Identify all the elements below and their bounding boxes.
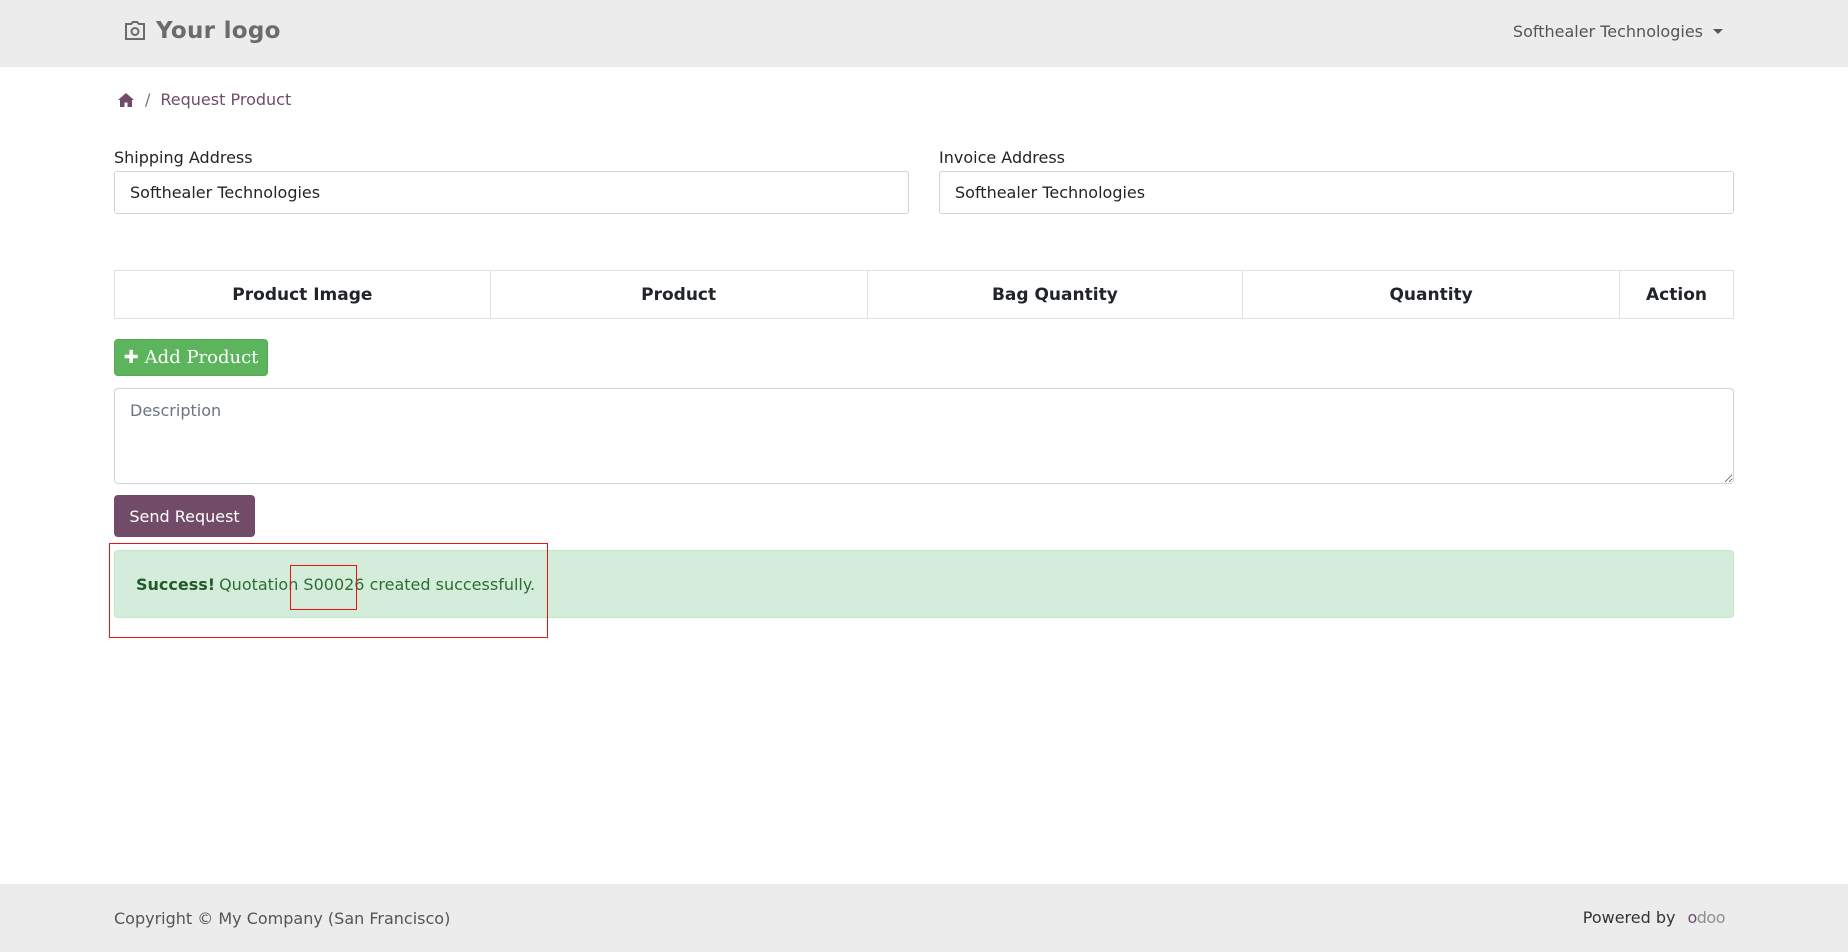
invoice-address-input[interactable] bbox=[939, 171, 1734, 214]
send-request-button[interactable]: Send Request bbox=[114, 495, 255, 537]
odoo-logo-part1: o bbox=[1687, 908, 1697, 927]
breadcrumb-current[interactable]: Request Product bbox=[160, 90, 291, 109]
col-header-product-image: Product Image bbox=[114, 270, 491, 319]
home-icon[interactable] bbox=[118, 92, 134, 107]
description-textarea[interactable] bbox=[114, 388, 1734, 484]
product-table: Product Image Product Bag Quantity Quant… bbox=[114, 270, 1734, 319]
table-header-row: Product Image Product Bag Quantity Quant… bbox=[114, 270, 1734, 319]
footer: Copyright © My Company (San Francisco) P… bbox=[0, 884, 1848, 952]
col-header-bag-quantity: Bag Quantity bbox=[866, 270, 1244, 319]
company-menu-dropdown[interactable]: Softhealer Technologies bbox=[1513, 22, 1723, 41]
copyright-text: Copyright © My Company (San Francisco) bbox=[114, 909, 451, 928]
breadcrumb: / Request Product bbox=[118, 90, 291, 109]
breadcrumb-separator: / bbox=[145, 90, 151, 109]
add-product-label: Add Product bbox=[144, 347, 259, 368]
shipping-address-label: Shipping Address bbox=[114, 148, 253, 167]
invoice-address-label: Invoice Address bbox=[939, 148, 1066, 167]
col-header-action: Action bbox=[1619, 270, 1734, 319]
quotation-reference[interactable]: S00026 bbox=[303, 575, 364, 594]
alert-text-before: Quotation bbox=[219, 574, 299, 594]
success-alert: Success! Quotation S00026 created succes… bbox=[114, 550, 1734, 618]
odoo-logo[interactable]: odoo bbox=[1687, 908, 1725, 927]
top-navbar: Your logo Softhealer Technologies bbox=[0, 0, 1848, 67]
col-header-product: Product bbox=[489, 270, 868, 319]
odoo-logo-part2: doo bbox=[1696, 908, 1726, 927]
camera-icon bbox=[125, 21, 145, 40]
powered-by: Powered by odoo bbox=[1582, 908, 1726, 927]
logo-text: Your logo bbox=[156, 18, 281, 44]
caret-down-icon bbox=[1713, 29, 1723, 34]
shipping-address-input[interactable] bbox=[114, 171, 909, 214]
logo[interactable]: Your logo bbox=[124, 18, 281, 44]
company-menu-label: Softhealer Technologies bbox=[1512, 22, 1703, 41]
add-product-button[interactable]: ✚ Add Product bbox=[114, 339, 268, 376]
alert-strong: Success! bbox=[136, 574, 216, 594]
powered-by-label: Powered by bbox=[1582, 908, 1676, 927]
plus-icon: ✚ bbox=[123, 347, 139, 368]
col-header-quantity: Quantity bbox=[1242, 270, 1620, 319]
alert-text-after: created successfully. bbox=[369, 574, 536, 594]
